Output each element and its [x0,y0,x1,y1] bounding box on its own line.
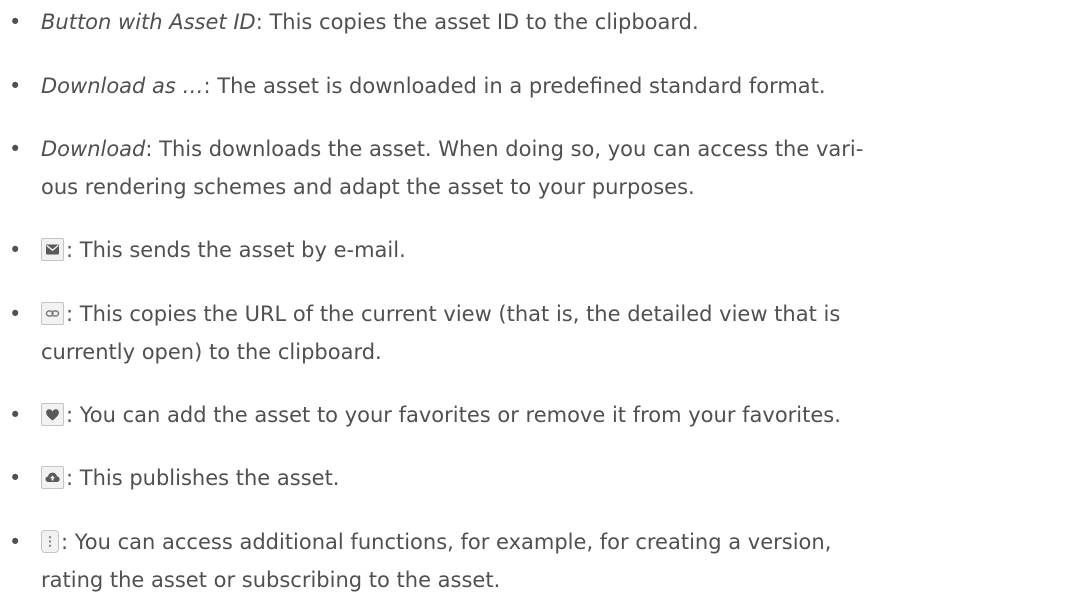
item-text: Download as …: The asset is downloaded i… [41,67,1089,105]
bullet-list: • Button with Asset ID: This copies the … [0,0,1091,593]
item-text: Button with Asset ID: This copies the as… [41,3,1089,41]
bullet: • [9,137,22,161]
item-text: : This sends the asset by e-mail. [41,231,1089,269]
item-text: : This copies the URL of the current vie… [41,295,1089,371]
bullet: • [9,74,22,98]
item-term: Download as … [41,74,204,98]
more-vertical-icon[interactable] [41,530,59,553]
item-text: Download: This downloads the asset. When… [41,130,1089,206]
bullet: • [9,10,22,34]
item-description: : This copies the asset ID to the clipbo… [255,10,699,34]
item-description: : This downloads the asset. When doing s… [145,137,864,161]
item-description: : This publishes the asset. [66,466,340,490]
item-text: : This publishes the asset. [41,459,1089,497]
bullet: • [9,238,22,262]
bullet: • [9,466,22,490]
cloud-upload-icon[interactable] [41,466,64,489]
item-term: Download [41,137,146,161]
item-description: : The asset is downloaded in a predefine… [203,74,826,98]
item-description: : This copies the URL of the current vie… [66,302,841,326]
bullet: • [9,403,22,427]
item-text: : You can add the asset to your favorite… [41,396,1089,434]
link-icon[interactable] [41,302,64,325]
email-icon[interactable] [41,238,64,261]
item-description: : You can add the asset to your favorite… [66,403,841,427]
bullet: • [9,302,22,326]
item-text: : You can access additional functions, f… [41,523,1089,599]
item-description-continued: ous rendering schemes and adapt the asse… [41,175,695,199]
bullet: • [9,530,22,554]
item-description: : This sends the asset by e-mail. [66,238,406,262]
item-description: : You can access additional functions, f… [61,530,832,554]
heart-icon[interactable] [41,403,64,426]
item-description-continued: rating the asset or subscribing to the a… [41,568,501,592]
item-description-continued: currently open) to the clipboard. [41,340,382,364]
item-term: Button with Asset ID [41,10,256,34]
